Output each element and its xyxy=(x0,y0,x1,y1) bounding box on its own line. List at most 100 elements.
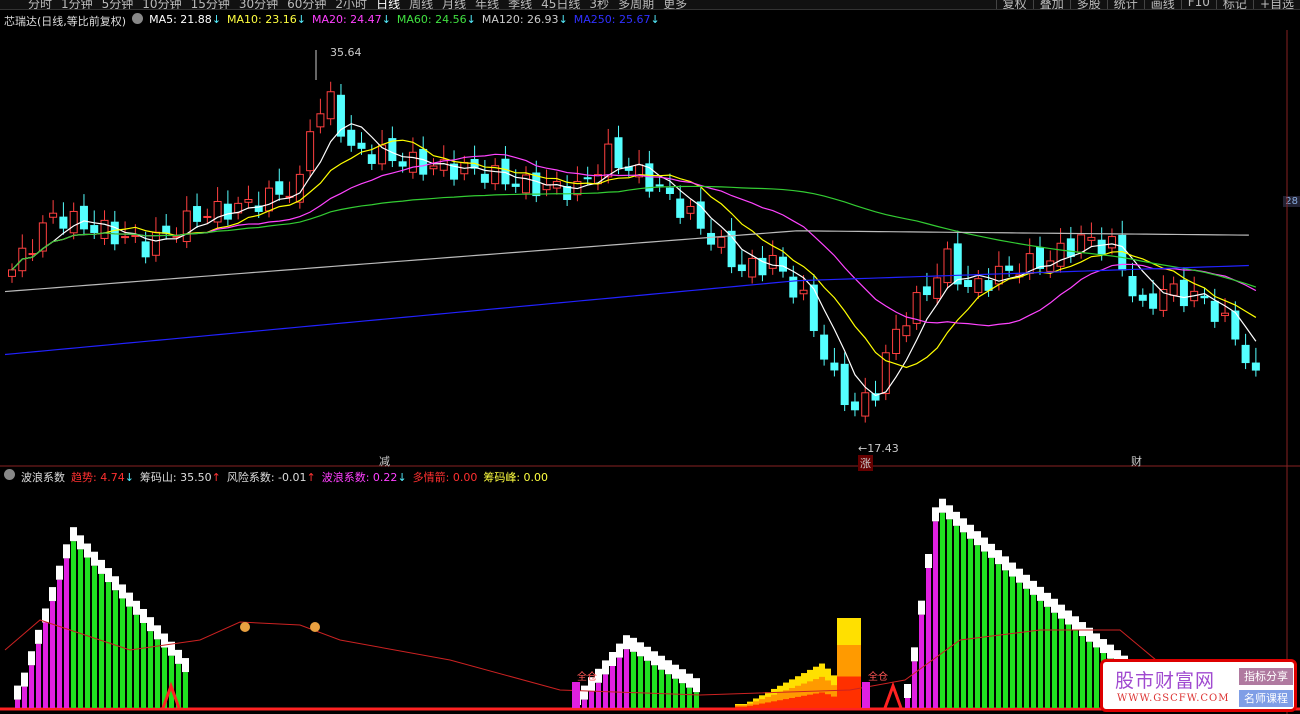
full-position-mark: 全仓 xyxy=(868,672,888,683)
indicator-bar xyxy=(134,614,139,708)
indicator-value-3: 波浪系数: 0.22↓ xyxy=(321,471,407,484)
candle-body xyxy=(193,206,202,222)
candle-body xyxy=(604,143,613,178)
indicator-bar xyxy=(982,551,987,708)
indicator-bar xyxy=(912,661,917,708)
ma250-line xyxy=(4,264,1249,356)
candle-body xyxy=(182,210,191,243)
candle-body xyxy=(79,205,88,230)
indicator-bar xyxy=(631,651,636,708)
watermark-logo: 股市财富网 WWW.GSCFW.COM 指标分享 名师课程 xyxy=(1100,659,1297,712)
indicator-bar xyxy=(919,614,924,708)
candle-body xyxy=(779,256,787,272)
low-price-label: ←17.43 xyxy=(858,442,899,455)
chip-area xyxy=(747,705,753,708)
candle-body xyxy=(203,215,212,218)
indicator-bar-cap xyxy=(581,685,588,700)
candle-body xyxy=(1241,344,1250,364)
indicator-bar-cap xyxy=(967,524,974,539)
indicator-bar xyxy=(996,564,1001,708)
indicator-bar-cap xyxy=(84,543,91,558)
coin-icon xyxy=(310,622,320,632)
candle-body xyxy=(501,158,510,185)
indicator-bar xyxy=(1052,612,1057,708)
candle-body xyxy=(943,248,952,284)
indicator-bar xyxy=(989,557,994,708)
chip-area xyxy=(801,695,807,708)
indicator-bar-cap xyxy=(960,518,967,533)
indicator-settings-icon[interactable] xyxy=(4,469,15,480)
indicator-bar-cap xyxy=(981,537,988,552)
candle-body xyxy=(789,276,798,298)
candle-body xyxy=(1169,283,1178,296)
buy-arrow-icon xyxy=(883,681,903,709)
candle-body xyxy=(861,392,870,417)
indicator-bar-cap xyxy=(49,587,56,602)
indicator-bar-cap xyxy=(70,527,77,542)
indicator-bar xyxy=(659,669,664,708)
indicator-bar xyxy=(954,525,959,708)
indicator-bar-cap xyxy=(175,649,182,664)
indicator-bar-cap xyxy=(147,617,154,632)
chip-area xyxy=(741,706,747,708)
indicator-bar xyxy=(905,698,910,708)
candle-body xyxy=(398,161,407,167)
indicator-bar-cap xyxy=(126,592,133,607)
indicator-bar-cap xyxy=(1093,633,1100,648)
indicator-value-0: 趋势: 4.74↓ xyxy=(71,471,134,484)
indicator-bar xyxy=(673,678,678,708)
indicator-bar xyxy=(1059,618,1064,708)
candle-body xyxy=(1210,300,1219,322)
candle-body xyxy=(768,254,777,269)
chip-area xyxy=(777,700,783,708)
signal-wealth: 财 xyxy=(1131,455,1142,468)
candle-body xyxy=(8,269,16,277)
indicator-bar-cap xyxy=(1030,580,1037,595)
indicator-bar xyxy=(1080,636,1085,708)
indicator-bar-cap xyxy=(616,643,623,658)
indicator-bar-cap xyxy=(105,568,112,583)
indicator-bar-cap xyxy=(28,651,35,666)
signal-rise: 涨 xyxy=(858,455,873,471)
candle-body xyxy=(850,401,859,411)
indicator-bar xyxy=(183,672,188,708)
indicator-bar xyxy=(1073,630,1078,708)
indicator-bar-cap xyxy=(35,629,42,644)
candle-body xyxy=(686,205,695,214)
indicator-bar xyxy=(652,665,657,708)
candle-body xyxy=(511,183,520,187)
indicator-bar xyxy=(666,674,671,708)
indicator-bar xyxy=(43,622,48,708)
candle-body xyxy=(480,173,489,183)
chip-area xyxy=(855,676,861,708)
candle-body xyxy=(707,232,716,245)
chip-area xyxy=(759,703,765,708)
price-chart[interactable]: 35.64 ←17.43 xyxy=(0,0,1300,714)
candle-body xyxy=(522,174,530,194)
indicator-bar-cap xyxy=(119,584,126,599)
indicator-bar-cap xyxy=(679,669,686,684)
candle-body xyxy=(1036,247,1044,269)
indicator-bar xyxy=(940,512,945,708)
candle-body xyxy=(275,181,284,195)
indicator-bar-cap xyxy=(1002,556,1009,571)
candle-body xyxy=(655,184,664,187)
indicator-bar xyxy=(589,691,594,708)
indicator-bar xyxy=(961,532,966,708)
indicator-bar xyxy=(1087,641,1092,708)
candle-body xyxy=(141,241,150,258)
chip-area xyxy=(849,676,855,708)
indicator-bar-cap xyxy=(1072,616,1079,631)
chip-area xyxy=(783,699,789,708)
indicator-bar xyxy=(155,639,160,708)
indicator-bar-cap xyxy=(1079,622,1086,637)
indicator-bar-cap xyxy=(133,600,140,615)
indicator-bar-cap xyxy=(644,646,651,661)
candle-body xyxy=(244,198,253,203)
candle-body xyxy=(265,187,273,212)
chip-area xyxy=(765,702,771,708)
indicator-bar xyxy=(85,557,90,708)
candle-body xyxy=(799,289,808,295)
indicator-value-5: 筹码峰: 0.00 xyxy=(483,471,549,484)
chip-area xyxy=(843,676,849,708)
